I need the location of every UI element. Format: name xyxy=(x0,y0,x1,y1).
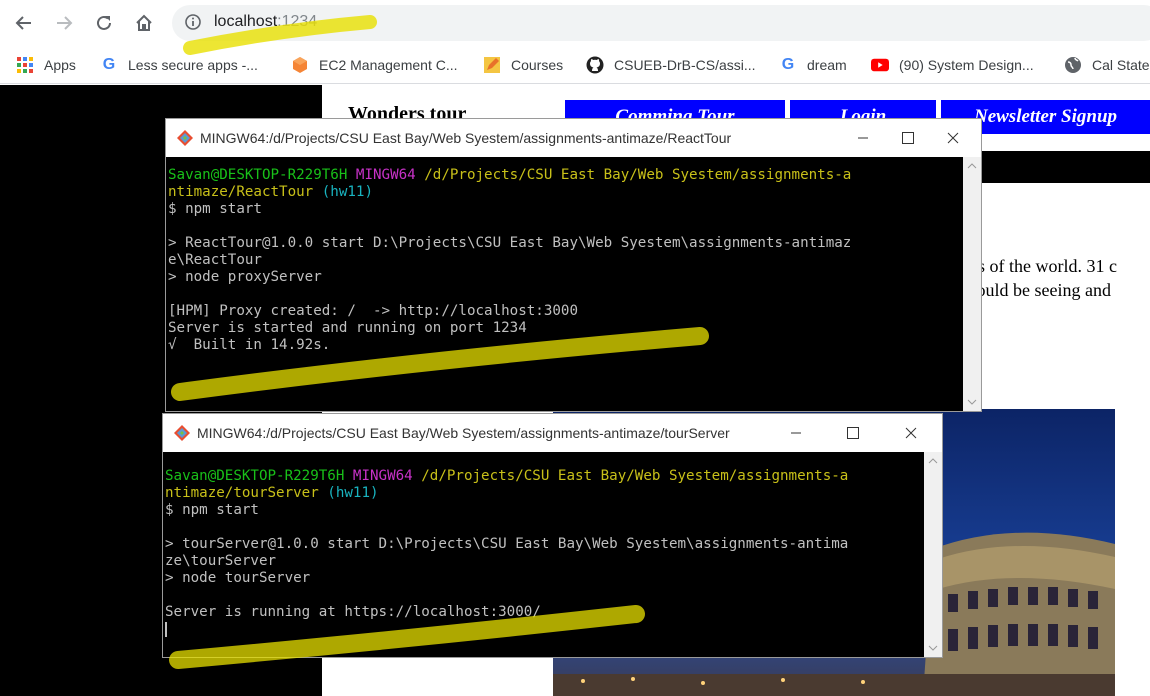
minimize-button[interactable] xyxy=(840,119,886,157)
bookmark-label: CSUEB-DrB-CS/assi... xyxy=(614,57,756,73)
prompt-path-cont: ntimaze/tourServer xyxy=(165,485,319,501)
scroll-up-icon xyxy=(928,458,938,464)
github-icon xyxy=(586,56,604,74)
bookmark-label: EC2 Management C... xyxy=(319,57,458,73)
output-line: [HPM] Proxy created: / -> http://localho… xyxy=(168,303,578,319)
output-line: Server is running at https://localhost:3… xyxy=(165,604,541,620)
maximize-icon xyxy=(902,132,914,144)
git-branch: (hw11) xyxy=(327,485,379,501)
bookmark-dream[interactable]: G dream xyxy=(779,54,847,76)
apps-grid-icon xyxy=(16,56,34,74)
close-icon xyxy=(947,132,959,144)
prompt-path: /d/Projects/CSU East Bay/Web Syestem/ass… xyxy=(421,468,849,484)
git-bash-icon xyxy=(173,424,191,447)
forward-button[interactable] xyxy=(50,9,78,37)
info-icon[interactable] xyxy=(184,13,202,36)
output-line: > tourServer@1.0.0 start D:\Projects\CSU… xyxy=(165,536,849,552)
google-icon: G xyxy=(781,56,795,73)
terminal-titlebar[interactable]: MINGW64:/d/Projects/CSU East Bay/Web Sye… xyxy=(166,119,981,157)
terminal-window-tourserver[interactable]: MINGW64:/d/Projects/CSU East Bay/Web Sye… xyxy=(162,413,943,658)
bookmarks-bar: Apps G Less secure apps -... EC2 Managem… xyxy=(0,46,1150,84)
prompt-user: Savan@DESKTOP-R229T6H xyxy=(168,167,348,183)
minimize-icon xyxy=(791,432,801,434)
reload-icon xyxy=(97,15,111,30)
text-cursor xyxy=(165,621,167,637)
close-icon xyxy=(905,427,917,439)
prompt-line-cont: ntimaze/ReactTour (hw11) xyxy=(168,184,963,201)
minimize-icon xyxy=(858,137,868,139)
close-button[interactable] xyxy=(930,119,976,157)
back-arrow-icon xyxy=(15,16,31,30)
terminal-title: MINGW64:/d/Projects/CSU East Bay/Web Sye… xyxy=(197,425,730,441)
youtube-icon xyxy=(871,56,889,74)
terminal-window-reacttour[interactable]: MINGW64:/d/Projects/CSU East Bay/Web Sye… xyxy=(165,118,982,412)
forward-arrow-icon xyxy=(57,16,73,30)
terminal-scrollbar[interactable] xyxy=(963,157,981,411)
command-line: $ npm start xyxy=(165,502,259,518)
output-line: Server is started and running on port 12… xyxy=(168,320,527,336)
home-button[interactable] xyxy=(130,9,158,37)
maximize-button[interactable] xyxy=(885,119,931,157)
reload-button[interactable] xyxy=(90,9,118,37)
prompt-env: MINGW64 xyxy=(355,167,416,183)
maximize-icon xyxy=(847,427,859,439)
command-line: $ npm start xyxy=(168,201,262,217)
bookmark-courses[interactable]: Courses xyxy=(483,54,563,76)
scroll-up-icon xyxy=(967,163,977,169)
aws-icon xyxy=(291,56,309,74)
cursor-line xyxy=(165,621,924,638)
bookmark-apps[interactable]: Apps xyxy=(16,54,76,76)
git-branch: (hw11) xyxy=(321,184,374,200)
prompt-line: Savan@DESKTOP-R229T6H MINGW64 /d/Project… xyxy=(165,468,924,485)
bookmark-label: Apps xyxy=(44,57,76,73)
bookmark-ec2[interactable]: EC2 Management C... xyxy=(291,54,458,76)
prompt-line-cont: ntimaze/tourServer (hw11) xyxy=(165,485,924,502)
bookmark-system-design[interactable]: (90) System Design... xyxy=(871,54,1034,76)
output-line: > node proxyServer xyxy=(168,269,322,285)
bookmark-label: Cal State xyxy=(1092,57,1150,73)
scroll-down-icon xyxy=(967,399,977,405)
bookmark-label: dream xyxy=(807,57,847,73)
output-line: √ Built in 14.92s. xyxy=(168,337,331,353)
output-line: > node tourServer xyxy=(165,570,311,586)
bookmark-cal-state[interactable]: Cal State xyxy=(1064,54,1150,76)
bookmark-less-secure-apps[interactable]: G Less secure apps -... xyxy=(100,54,258,76)
close-button[interactable] xyxy=(888,414,934,452)
maximize-button[interactable] xyxy=(830,414,876,452)
bookmark-label: (90) System Design... xyxy=(899,57,1034,73)
terminal-scrollbar[interactable] xyxy=(924,452,942,657)
globe-icon xyxy=(1064,56,1082,74)
git-bash-icon xyxy=(176,129,194,152)
back-button[interactable] xyxy=(10,9,38,37)
url-port: :1234 xyxy=(277,13,318,30)
prompt-path: /d/Projects/CSU East Bay/Web Syestem/ass… xyxy=(424,167,852,183)
pencil-icon xyxy=(483,56,501,74)
terminal-title: MINGW64:/d/Projects/CSU East Bay/Web Sye… xyxy=(200,130,732,146)
google-icon: G xyxy=(102,56,116,73)
terminal-titlebar[interactable]: MINGW64:/d/Projects/CSU East Bay/Web Sye… xyxy=(163,414,942,452)
bookmark-github[interactable]: CSUEB-DrB-CS/assi... xyxy=(586,54,756,76)
output-line: > ReactTour@1.0.0 start D:\Projects\CSU … xyxy=(168,235,852,251)
terminal-console[interactable]: Savan@DESKTOP-R229T6H MINGW64 /d/Project… xyxy=(166,157,963,411)
prompt-path-cont: ntimaze/ReactTour xyxy=(168,184,314,200)
url-text: localhost:1234 xyxy=(214,13,317,31)
prompt-line: Savan@DESKTOP-R229T6H MINGW64 /d/Project… xyxy=(168,167,963,184)
bookmark-label: Courses xyxy=(511,57,564,73)
prompt-user: Savan@DESKTOP-R229T6H xyxy=(165,468,345,484)
scroll-down-icon xyxy=(928,645,938,651)
output-line: ze\tourServer xyxy=(165,553,277,569)
prompt-env: MINGW64 xyxy=(352,468,413,484)
bookmark-label: Less secure apps -... xyxy=(128,57,258,73)
output-line: e\ReactTour xyxy=(168,252,262,268)
url-host: localhost xyxy=(214,13,278,30)
browser-toolbar: localhost:1234 xyxy=(0,0,1150,46)
address-bar[interactable]: localhost:1234 xyxy=(172,5,1150,41)
minimize-button[interactable] xyxy=(773,414,819,452)
terminal-console[interactable]: Savan@DESKTOP-R229T6H MINGW64 /d/Project… xyxy=(163,452,924,657)
home-icon xyxy=(136,14,152,31)
